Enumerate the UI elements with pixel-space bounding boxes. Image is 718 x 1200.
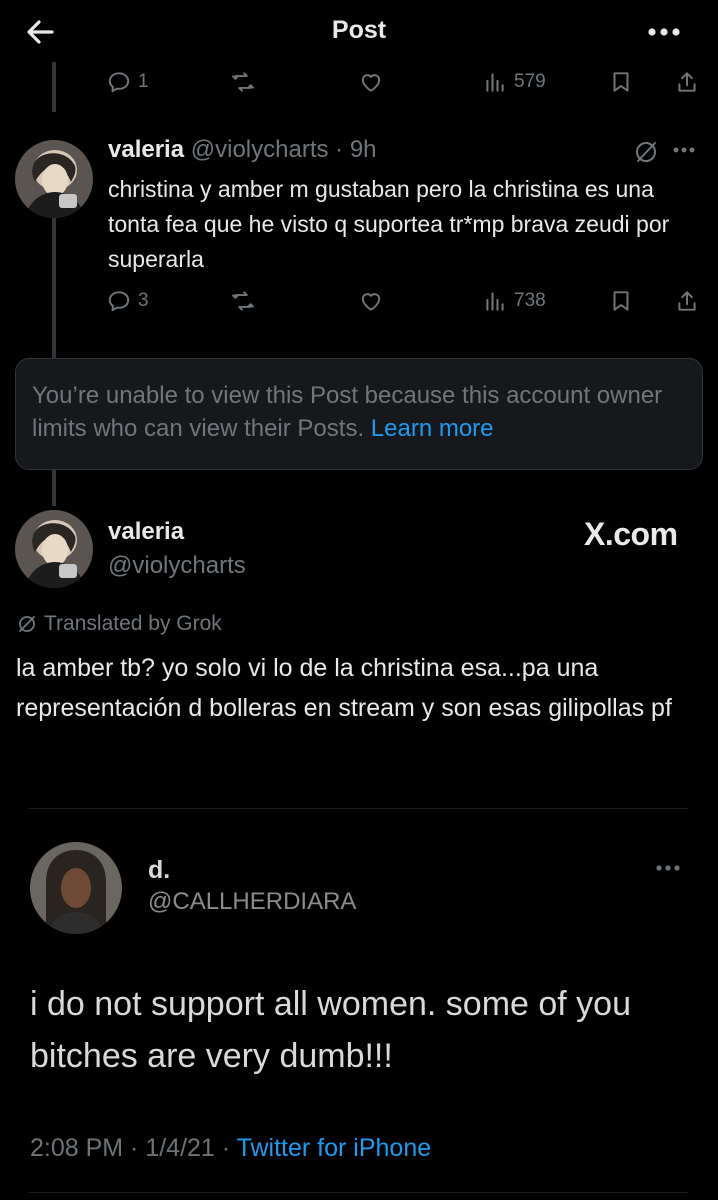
- author-handle[interactable]: @violycharts: [191, 136, 329, 163]
- author-name[interactable]: valeria: [108, 518, 184, 546]
- separator-dot: ·: [328, 136, 350, 163]
- x-watermark: X.com: [584, 516, 678, 552]
- retweet-icon: [232, 291, 254, 311]
- parent-action-row: 1 579: [100, 64, 710, 100]
- divider: [28, 808, 688, 809]
- grok-icon[interactable]: [632, 138, 660, 166]
- more-icon[interactable]: [668, 136, 700, 164]
- repost-button[interactable]: [230, 283, 256, 319]
- unavailable-post-notice: You’re unable to view this Post because …: [15, 358, 703, 470]
- embedded-date: 1/4/21: [145, 1134, 215, 1162]
- like-icon: [361, 74, 381, 92]
- embedded-tweet-image[interactable]: d. @CALLHERDIARA i do not support all wo…: [0, 808, 718, 1200]
- author-handle[interactable]: @violycharts: [108, 552, 246, 580]
- share-button[interactable]: [674, 283, 700, 319]
- repost-button[interactable]: [230, 64, 256, 100]
- reply-icon: [108, 72, 130, 93]
- views-icon: [486, 73, 504, 92]
- translation-label[interactable]: Translated by Grok: [16, 612, 222, 636]
- share-button[interactable]: [674, 64, 700, 100]
- views-count: 579: [514, 71, 546, 92]
- reply-count: 1: [138, 71, 149, 92]
- avatar[interactable]: [15, 140, 93, 218]
- reply-action-row: 3 738: [100, 283, 710, 319]
- embedded-post-meta: 2:08 PM · 1/4/21 · Twitter for iPhone: [30, 1134, 431, 1163]
- reply-count: 3: [138, 290, 149, 311]
- embedded-author-handle: @CALLHERDIARA: [148, 888, 357, 915]
- like-button[interactable]: [358, 64, 384, 100]
- learn-more-link[interactable]: Learn more: [371, 415, 494, 442]
- translated-by-text: Translated by Grok: [44, 612, 222, 635]
- separator-dot: ·: [214, 1134, 237, 1162]
- share-icon: [678, 72, 696, 92]
- views-button[interactable]: 579: [482, 64, 546, 100]
- more-icon: [650, 854, 686, 882]
- reply-button[interactable]: 1: [106, 64, 149, 100]
- separator-dot: ·: [123, 1134, 146, 1162]
- bookmark-button[interactable]: [608, 64, 634, 100]
- bookmark-icon: [613, 291, 629, 311]
- reply-tweet-header: valeria @violycharts · 9h: [108, 136, 377, 164]
- avatar[interactable]: [15, 510, 93, 588]
- post-time[interactable]: 9h: [350, 136, 377, 163]
- grok-icon: [19, 616, 35, 632]
- more-icon[interactable]: [640, 14, 688, 50]
- bookmark-button[interactable]: [608, 283, 634, 319]
- bookmark-icon: [613, 72, 629, 92]
- top-bar: Post: [0, 0, 718, 62]
- like-icon: [361, 293, 381, 311]
- thread-line: [52, 218, 56, 358]
- notice-text: You’re unable to view this Post because …: [32, 382, 663, 442]
- page-title: Post: [331, 16, 387, 44]
- like-button[interactable]: [358, 283, 384, 319]
- views-icon: [486, 292, 504, 311]
- retweet-icon: [232, 72, 254, 92]
- thread-line: [52, 470, 56, 506]
- views-count: 738: [514, 290, 546, 311]
- embedded-author-name: d.: [148, 856, 171, 884]
- share-icon: [678, 291, 696, 311]
- embedded-time: 2:08 PM: [30, 1134, 124, 1162]
- thread-line: [52, 62, 56, 112]
- post-text: christina y amber m gustaban pero la chr…: [108, 176, 670, 272]
- divider: [28, 1192, 688, 1193]
- views-button[interactable]: 738: [482, 283, 546, 319]
- reply-icon: [108, 291, 130, 312]
- post-text: la amber tb? yo solo vi lo de la christi…: [16, 654, 672, 722]
- avatar: [30, 842, 122, 934]
- author-name[interactable]: valeria: [108, 136, 184, 163]
- embedded-source: Twitter for iPhone: [236, 1134, 432, 1162]
- reply-button[interactable]: 3: [106, 283, 149, 319]
- embedded-post-text: i do not support all women. some of you …: [30, 985, 631, 1075]
